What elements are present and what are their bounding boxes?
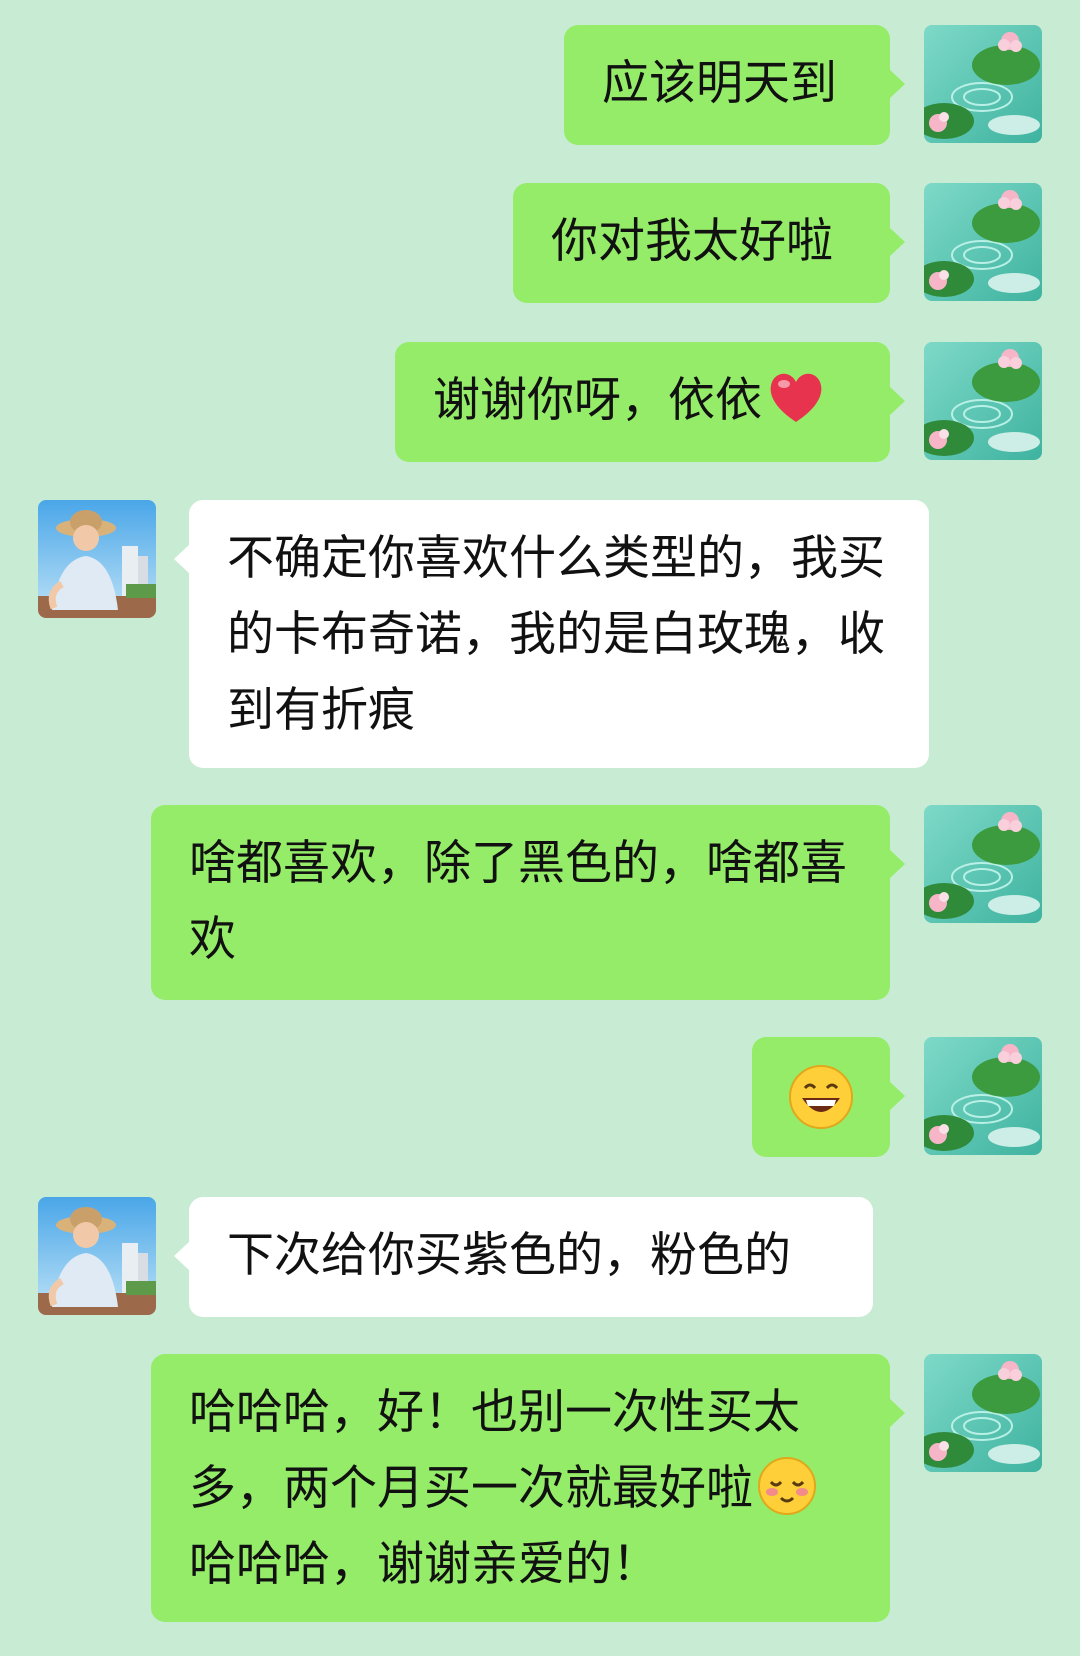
message-text-continued: 哈哈哈，谢谢亲爱的！ [189, 1537, 659, 1592]
woman-straw-hat-avatar-image [38, 500, 156, 618]
incoming-bubble[interactable]: 下次给你买紫色的，粉色的 [174, 1197, 873, 1317]
lotus-pond-avatar-image [924, 1354, 1042, 1472]
outgoing-bubble[interactable]: 啥都喜欢，除了黑色的，啥都喜欢 [151, 805, 905, 1000]
outgoing-bubble[interactable]: 你对我太好啦 [513, 183, 905, 303]
outgoing-bubble[interactable]: 应该明天到 [564, 25, 905, 145]
woman-straw-hat-avatar-image [38, 1197, 156, 1315]
incoming-bubble[interactable]: 不确定你喜欢什么类型的，我买的卡布奇诺，我的是白玫瑰，收到有折痕 [174, 500, 929, 768]
lotus-pond-avatar-image [924, 183, 1042, 301]
lotus-pond-avatar-image [924, 805, 1042, 923]
contact-avatar[interactable] [38, 500, 156, 618]
message-text: 谢谢你呀，依依 [433, 373, 762, 428]
self-avatar[interactable] [924, 805, 1042, 923]
shy-smiling-face-icon [757, 1456, 817, 1516]
message-text: 啥都喜欢，除了黑色的，啥都喜欢 [189, 836, 847, 967]
outgoing-bubble[interactable] [752, 1037, 905, 1157]
self-avatar[interactable] [924, 183, 1042, 301]
self-avatar[interactable] [924, 342, 1042, 460]
lotus-pond-avatar-image [924, 342, 1042, 460]
message-text: 你对我太好啦 [551, 214, 833, 269]
outgoing-bubble[interactable]: 谢谢你呀，依依 [395, 342, 905, 462]
red-heart-icon [766, 368, 826, 428]
outgoing-bubble[interactable]: 哈哈哈，好！也别一次性买太多，两个月买一次就最好啦哈哈哈，谢谢亲爱的！ [151, 1354, 905, 1622]
lotus-pond-avatar-image [924, 1037, 1042, 1155]
grinning-face-icon [788, 1064, 854, 1130]
self-avatar[interactable] [924, 25, 1042, 143]
lotus-pond-avatar-image [924, 25, 1042, 143]
contact-avatar[interactable] [38, 1197, 156, 1315]
message-text: 哈哈哈，好！也别一次性买太多，两个月买一次就最好啦 [189, 1385, 800, 1516]
message-text: 应该明天到 [602, 56, 837, 111]
message-text: 下次给你买紫色的，粉色的 [227, 1228, 791, 1283]
chat-view: 应该明天到 你对我太好啦 谢谢你呀，依依 不确定你喜欢什么类型的，我买的卡布奇诺… [0, 0, 1080, 1656]
message-text: 不确定你喜欢什么类型的，我买的卡布奇诺，我的是白玫瑰，收到有折痕 [227, 531, 885, 738]
self-avatar[interactable] [924, 1037, 1042, 1155]
self-avatar[interactable] [924, 1354, 1042, 1472]
